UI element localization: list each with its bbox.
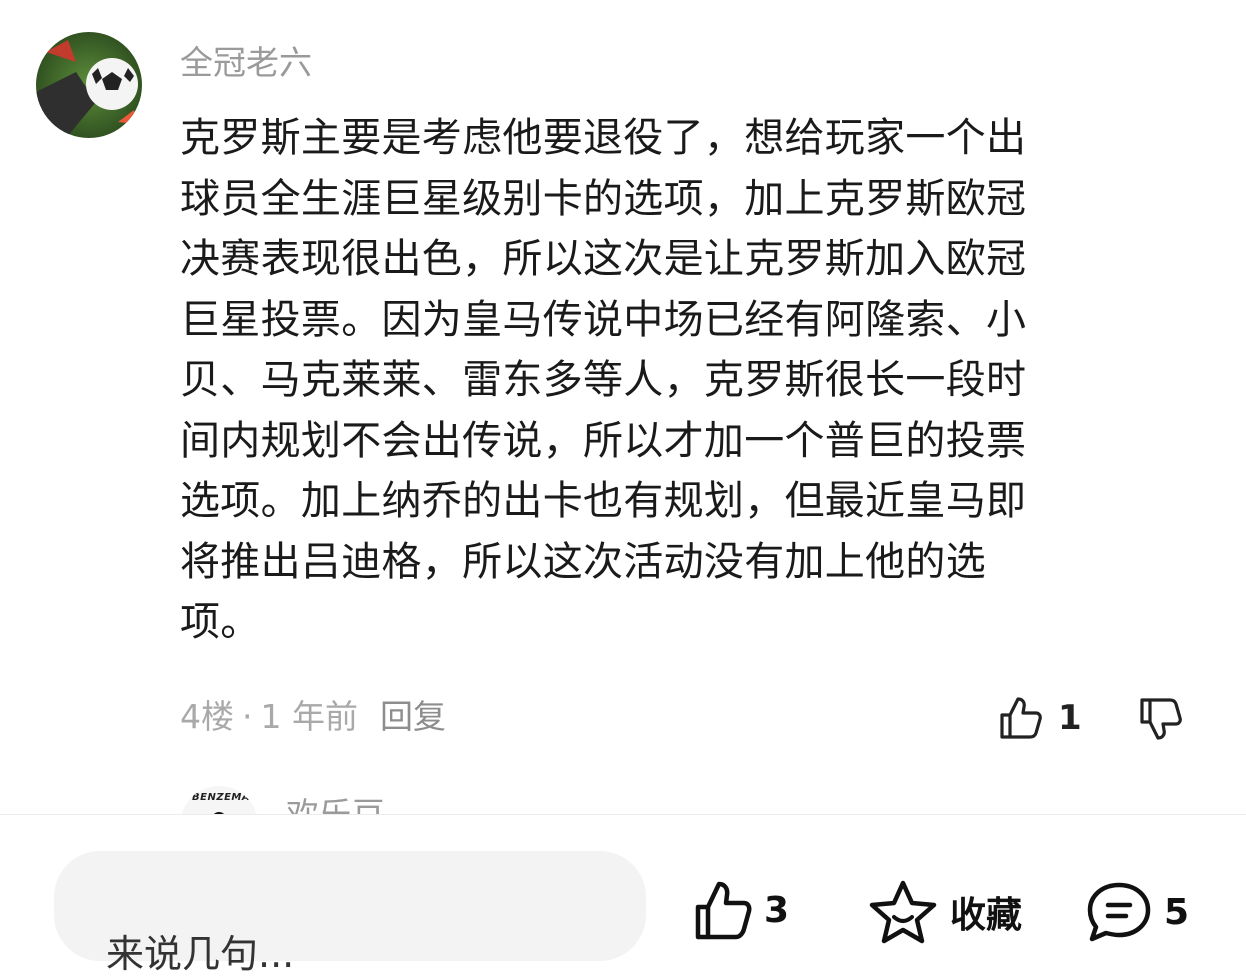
comment-line: 巨星投票。因为皇马传说中场已经有阿隆索、小 xyxy=(180,296,1027,343)
meta-separator: · xyxy=(242,697,253,736)
comment-time: 1 年前 xyxy=(260,697,359,736)
comment-input-placeholder: 来说几句... xyxy=(106,932,295,976)
comment-line: 球员全生涯巨星级别卡的选项，加上克罗斯欧冠 xyxy=(180,175,1027,222)
floor-number: 4楼 xyxy=(180,697,234,736)
comment-like-count: 1 xyxy=(1058,698,1082,738)
post-like-button[interactable]: 3 xyxy=(692,879,789,941)
thumbs-up-icon xyxy=(695,881,752,940)
comment-input[interactable]: 来说几句... xyxy=(54,851,646,976)
favorite-button[interactable]: 收藏 xyxy=(866,879,1022,945)
comment-line: 决赛表现很出色，所以这次是让克罗斯加入欧冠 xyxy=(180,236,1027,282)
comment-line: 将推出吕迪格，所以这次活动没有加上他的选 xyxy=(180,538,986,585)
comment-dislike-button[interactable] xyxy=(1136,694,1184,746)
avatar-brand-text: BENZEMA xyxy=(192,792,251,803)
reply-button[interactable]: 回复 xyxy=(380,692,446,742)
comment-line: 克罗斯主要是考虑他要退役了，想给玩家一个出 xyxy=(180,115,1027,161)
comment-line: 间内规划不会出传说，所以才加一个普巨的投票 xyxy=(180,417,1027,464)
thumbs-down-icon xyxy=(1140,698,1182,740)
user-avatar[interactable] xyxy=(36,32,142,138)
bottom-action-bar: 来说几句... 3 收藏 5 xyxy=(0,814,1246,976)
comment-line: 选项。加上纳乔的出卡也有规划，但最近皇马即 xyxy=(180,478,1027,524)
thumbs-up-icon xyxy=(1000,697,1042,739)
comment-count: 5 xyxy=(1164,891,1190,933)
football-avatar-icon xyxy=(36,32,142,138)
comment-like-button[interactable]: 1 xyxy=(996,694,1082,742)
post-like-count: 3 xyxy=(764,889,790,931)
comment-bubble-icon xyxy=(1087,882,1151,942)
comment-line: 贝、马克莱莱、雷东多等人，克罗斯很长一段时 xyxy=(180,357,1027,403)
comment-meta: 4楼 · 1 年前 回复 xyxy=(180,692,446,742)
comments-button[interactable]: 5 xyxy=(1084,879,1189,945)
comment-line: 项。 xyxy=(180,599,261,645)
comment-text: 克罗斯主要是考虑他要退役了，想给玩家一个出 球员全生涯巨星级别卡的选项，加上克罗… xyxy=(180,108,1170,653)
comment-username[interactable]: 全冠老六 xyxy=(180,40,312,86)
favorite-label: 收藏 xyxy=(950,895,1023,936)
star-icon xyxy=(869,880,937,944)
